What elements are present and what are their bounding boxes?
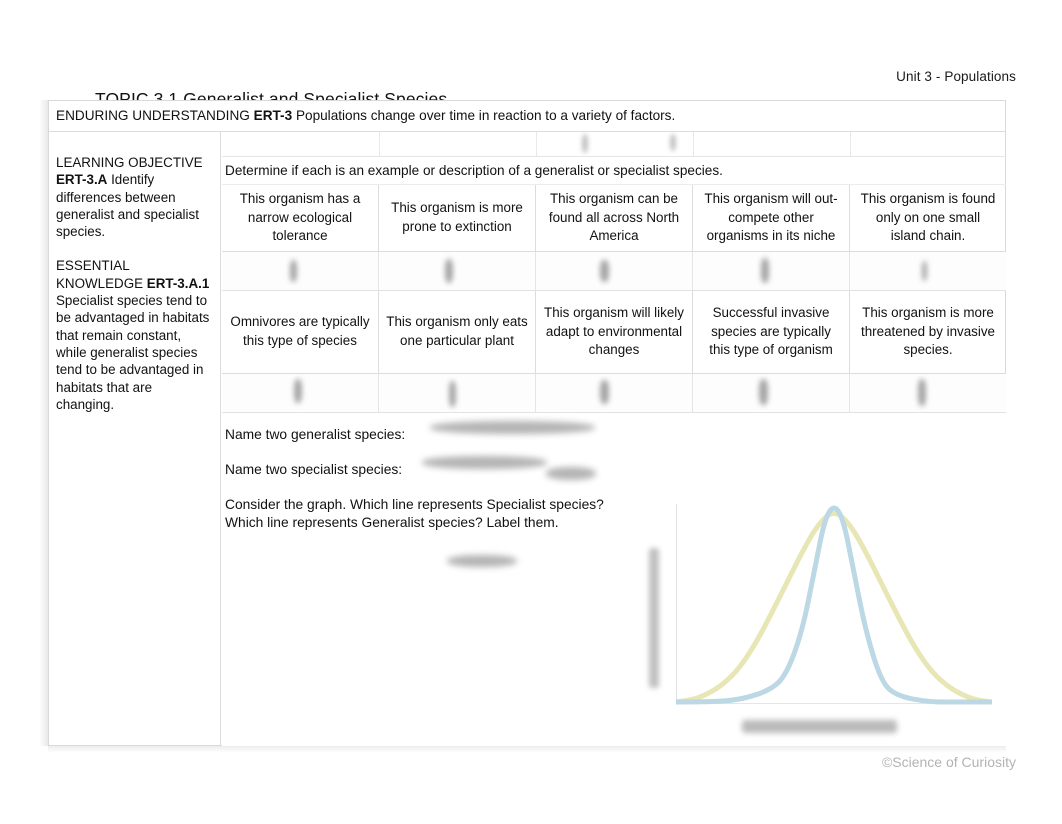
handwritten-answer-3[interactable] bbox=[447, 555, 517, 567]
answer-cell[interactable] bbox=[222, 374, 379, 412]
essential-knowledge-heading: ESSENTIAL KNOWLEDGE bbox=[56, 258, 144, 291]
answer-cell[interactable] bbox=[379, 374, 536, 412]
answer-cell[interactable] bbox=[693, 252, 850, 290]
curve-svg bbox=[676, 505, 992, 705]
question-2-text: Name two specialist species: bbox=[225, 462, 403, 477]
statement-text: This organism will likely adapt to envir… bbox=[544, 305, 684, 358]
learning-objective-heading: LEARNING OBJECTIVE bbox=[56, 155, 203, 170]
enduring-understanding-row: ENDURING UNDERSTANDING ERT-3 Populations… bbox=[48, 100, 1006, 132]
worksheet-page: Unit 3 - Populations TOPIC 3.1 Generalis… bbox=[0, 0, 1062, 824]
statement-cell[interactable]: This organism will out-compete other org… bbox=[693, 185, 850, 251]
essential-knowledge-code: ERT-3.A.1 bbox=[146, 275, 210, 291]
x-axis-label bbox=[742, 720, 897, 733]
activity-prompt-text: Determine if each is an example or descr… bbox=[225, 163, 723, 178]
statement-row-2: Omnivores are typically this type of spe… bbox=[222, 291, 1006, 374]
statement-row-1: This organism has a narrow ecological to… bbox=[222, 185, 1006, 252]
answer-cell[interactable] bbox=[379, 252, 536, 290]
statement-cell[interactable]: This organism will likely adapt to envir… bbox=[536, 291, 693, 373]
statement-cell[interactable]: This organism is more prone to extinctio… bbox=[379, 185, 536, 251]
y-axis-label bbox=[649, 548, 659, 688]
statement-cell[interactable]: This organism only eats one particular p… bbox=[379, 291, 536, 373]
statement-text: Omnivores are typically this type of spe… bbox=[230, 314, 370, 348]
wide-curve-path bbox=[676, 510, 992, 705]
answer-cell[interactable] bbox=[850, 252, 1006, 290]
answer-cell[interactable] bbox=[536, 374, 693, 412]
eu-body: Populations change over time in reaction… bbox=[295, 108, 676, 123]
worksheet-sheet: ENDURING UNDERSTANDING ERT-3 Populations… bbox=[39, 100, 1006, 753]
graph-axes bbox=[676, 498, 992, 708]
learning-objective: LEARNING OBJECTIVE ERT-3.A Identify diff… bbox=[56, 154, 210, 240]
question-1-text: Name two generalist species: bbox=[225, 427, 406, 442]
question-2: Name two specialist species: bbox=[225, 461, 402, 479]
narrow-curve-path bbox=[676, 505, 992, 705]
essential-knowledge: ESSENTIAL KNOWLEDGE ERT-3.A.1 Specialist… bbox=[56, 257, 210, 413]
activity-prompt: Determine if each is an example or descr… bbox=[222, 157, 1006, 185]
answer-row-1 bbox=[222, 252, 1006, 291]
copyright-footer: ©Science of Curiosity bbox=[881, 754, 1016, 770]
statement-cell[interactable]: Successful invasive species are typicall… bbox=[693, 291, 850, 373]
statement-cell[interactable]: This organism is more threatened by inva… bbox=[850, 291, 1006, 373]
eu-label: ENDURING UNDERSTANDING bbox=[56, 108, 250, 123]
running-head: Unit 3 - Populations bbox=[896, 69, 1016, 84]
handwritten-answer-2[interactable] bbox=[422, 456, 547, 469]
statement-text: This organism only eats one particular p… bbox=[386, 314, 528, 348]
answer-row-2 bbox=[222, 374, 1006, 413]
question-3-text: Consider the graph. Which line represent… bbox=[225, 497, 604, 530]
statement-text: Successful invasive species are typicall… bbox=[709, 305, 833, 358]
question-1: Name two generalist species: bbox=[225, 426, 405, 444]
objectives-column: LEARNING OBJECTIVE ERT-3.A Identify diff… bbox=[48, 132, 221, 746]
statement-cell[interactable]: This organism is found only on one small… bbox=[850, 185, 1006, 251]
enduring-understanding-text: ENDURING UNDERSTANDING ERT-3 Populations… bbox=[48, 108, 675, 123]
handwritten-answer-1[interactable] bbox=[430, 421, 595, 434]
statement-text: This organism is more threatened by inva… bbox=[861, 305, 995, 358]
work-column: Determine if each is an example or descr… bbox=[222, 132, 1006, 746]
statement-text: This organism will out-compete other org… bbox=[704, 191, 838, 244]
top-blank-strip bbox=[222, 132, 1006, 157]
statement-cell[interactable]: This organism has a narrow ecological to… bbox=[222, 185, 379, 251]
essential-knowledge-text: Specialist species tend to be advantaged… bbox=[56, 293, 210, 412]
species-tolerance-graph bbox=[632, 498, 992, 746]
statement-cell[interactable]: Omnivores are typically this type of spe… bbox=[222, 291, 379, 373]
free-response-area: Name two generalist species: Name two sp… bbox=[222, 413, 1006, 746]
answer-cell[interactable] bbox=[536, 252, 693, 290]
statement-text: This organism has a narrow ecological to… bbox=[239, 191, 361, 244]
statement-text: This organism can be found all across No… bbox=[548, 191, 680, 244]
question-3: Consider the graph. Which line represent… bbox=[225, 496, 605, 532]
ink-smudge bbox=[670, 134, 676, 151]
statement-text: This organism is more prone to extinctio… bbox=[391, 200, 523, 234]
handwritten-answer-2b[interactable] bbox=[546, 467, 596, 480]
statement-text: This organism is found only on one small… bbox=[860, 191, 996, 244]
learning-objective-code: ERT-3.A bbox=[56, 172, 108, 188]
ink-smudge bbox=[582, 134, 588, 153]
answer-cell[interactable] bbox=[222, 252, 379, 290]
answer-cell[interactable] bbox=[693, 374, 850, 412]
answer-cell[interactable] bbox=[850, 374, 1006, 412]
statement-cell[interactable]: This organism can be found all across No… bbox=[536, 185, 693, 251]
eu-code: ERT-3 bbox=[253, 108, 293, 123]
